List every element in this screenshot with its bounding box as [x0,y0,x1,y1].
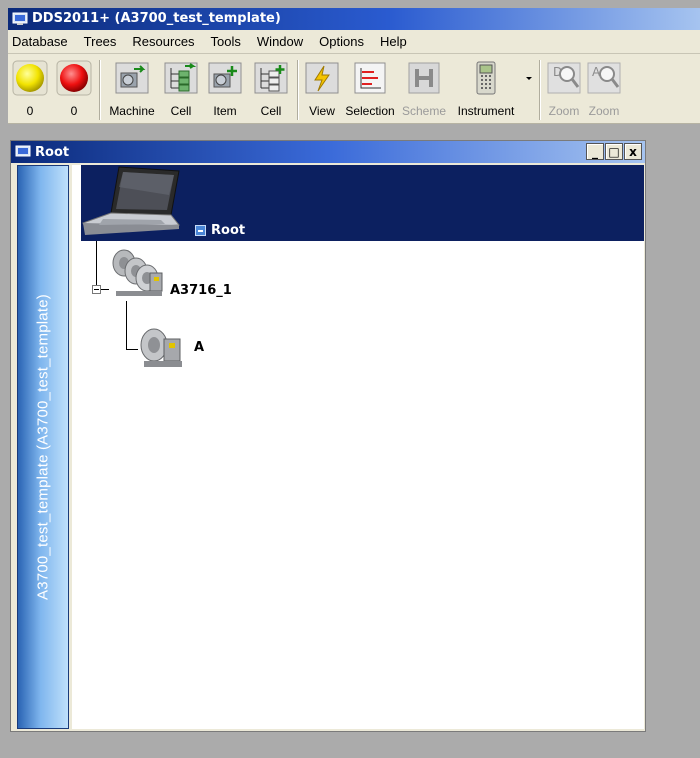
cell-add-button[interactable]: Cell [248,54,294,124]
menu-tools[interactable]: Tools [204,30,250,54]
view-label: View [309,104,335,118]
toolbar-separator [297,60,299,120]
root-caption: Root [195,223,245,238]
machine-item-icon [140,328,182,367]
window-controls: _ □ x [586,143,642,160]
instrument-icon [476,61,496,95]
app-title: DDS2011+ (A3700_test_template) [32,11,281,26]
zoom-in-icon: D [547,62,581,94]
root-window: Root _ □ x A3700_test_template (A3700_te… [10,140,646,732]
menu-help[interactable]: Help [373,30,416,54]
machine-label: Machine [109,104,155,118]
item-label: Item [213,104,237,118]
root-node-label: Root [211,223,246,238]
toolbar-separator [99,60,101,120]
app-title-bar: DDS2011+ (A3700_test_template) [8,8,700,30]
collapse-toggle[interactable] [92,285,101,294]
yellow-status-count: 0 [26,104,34,118]
yellow-status-button[interactable]: 0 [8,54,52,124]
database-side-label-text: A3700_test_template (A3700_test_template… [34,294,52,600]
tree-connector-line [126,301,127,349]
root-window-title: Root [35,144,70,160]
tree-connector-line [101,289,109,290]
selection-chart-icon [354,62,386,94]
scheme-icon [408,62,440,94]
red-status-button[interactable]: 0 [52,54,96,124]
view-button[interactable]: View [302,54,342,124]
menu-bar: Database Trees Resources Tools Window Op… [8,30,700,54]
tree-root-node[interactable]: Root [81,165,644,241]
menu-options[interactable]: Options [312,30,373,54]
cell-add-label: Cell [260,104,282,118]
database-side-label: A3700_test_template (A3700_test_template… [17,165,69,729]
menu-resources[interactable]: Resources [125,30,203,54]
instrument-button[interactable]: Instrument [450,54,522,124]
red-circle-icon [56,60,92,96]
zoom-in-button[interactable]: D Zoom [544,54,584,124]
scheme-label: Scheme [401,104,447,118]
zoom-out-label: Zoom [588,104,620,118]
scheme-button[interactable]: Scheme [398,54,450,124]
selection-button[interactable]: Selection [342,54,398,124]
toolbar: 0 0 Machine Cell Item Cell View Selectio… [8,54,700,124]
menu-trees[interactable]: Trees [77,30,126,54]
laptop-icon [82,166,180,235]
item-icon [208,62,242,94]
tree-connector-line [96,241,97,289]
tree-connector-line [126,349,138,350]
root-window-title-bar[interactable]: Root _ □ x [11,141,645,163]
machine-node-label[interactable]: A3716_1 [170,283,232,298]
item-node-label[interactable]: A [194,340,204,355]
cell-add-icon [254,62,288,94]
menu-window[interactable]: Window [250,30,312,54]
item-button[interactable]: Item [202,54,248,124]
lightning-icon [305,62,339,94]
machine-icon [115,62,149,94]
selection-label: Selection [345,104,395,118]
database-node-icon [195,225,206,236]
machine-button[interactable]: Machine [104,54,160,124]
chevron-down-icon [526,77,532,80]
menu-database[interactable]: Database [8,30,77,54]
zoom-in-label: Zoom [548,104,580,118]
app-icon [12,12,28,25]
minimize-button[interactable]: _ [586,143,604,160]
cell-label: Cell [170,104,192,118]
tree-pane: Root A3716_1 A [72,165,644,729]
instrument-label: Instrument [457,104,515,118]
cell-button[interactable]: Cell [160,54,202,124]
machine-group-icon [112,249,163,296]
restore-button[interactable]: □ [605,143,623,160]
cell-tree-icon [164,62,198,94]
window-icon [15,145,31,157]
instrument-dropdown-button[interactable] [522,54,536,124]
close-button[interactable]: x [624,143,642,160]
toolbar-separator [539,60,541,120]
zoom-out-button[interactable]: A Zoom [584,54,624,124]
yellow-circle-icon [12,60,48,96]
zoom-out-icon: A [587,62,621,94]
red-status-count: 0 [70,104,78,118]
